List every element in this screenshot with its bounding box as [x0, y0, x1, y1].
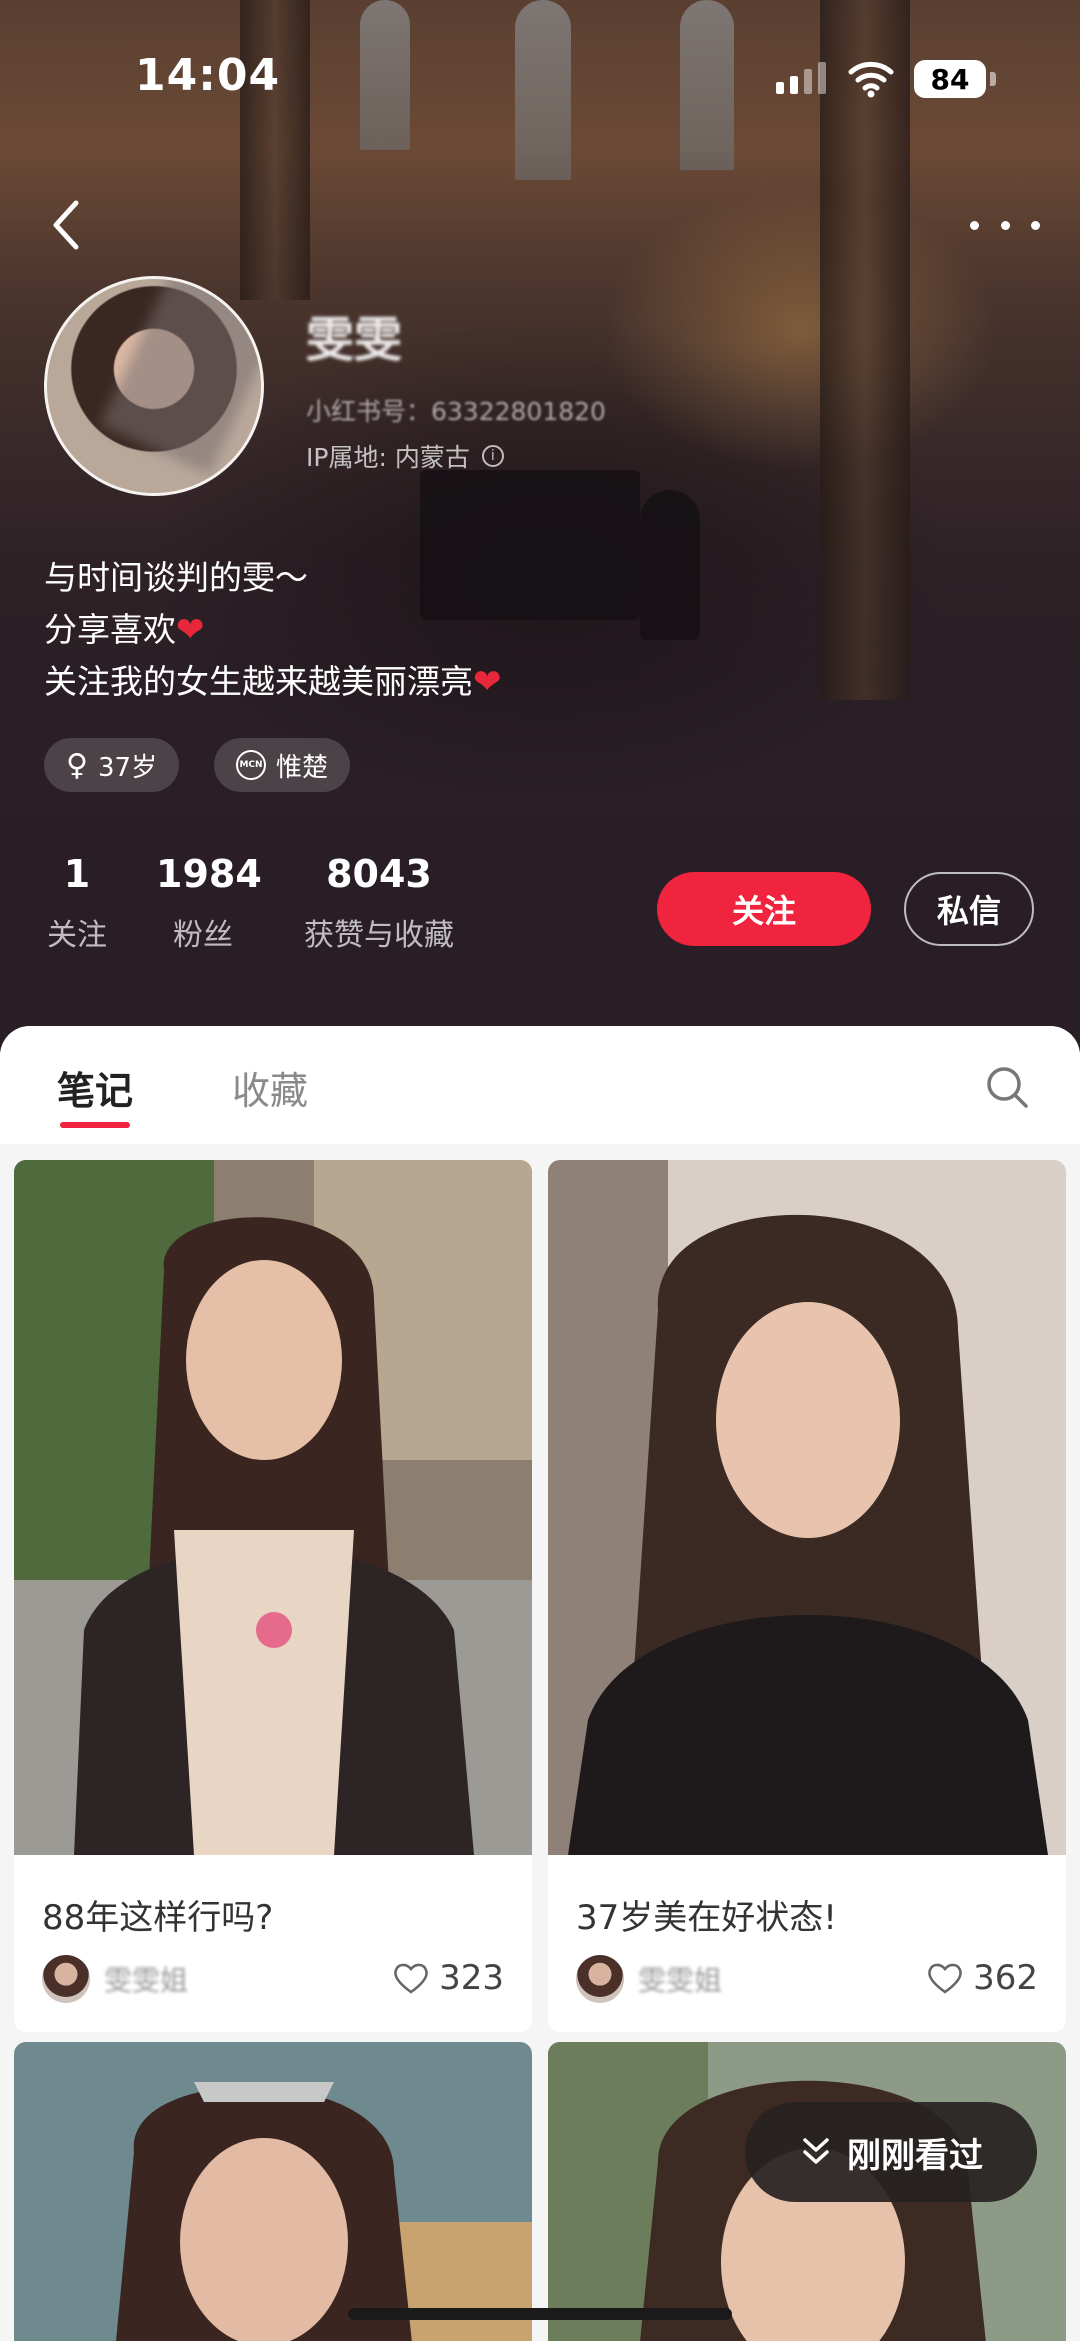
double-chevron-down-icon — [803, 2138, 829, 2164]
note-author[interactable]: 雯雯姐 — [576, 1955, 722, 2003]
bio-line: 分享喜欢❤ — [44, 610, 205, 650]
female-icon: ♀ — [66, 747, 88, 783]
back-icon[interactable] — [44, 195, 92, 255]
follow-button[interactable]: 关注 — [657, 872, 871, 946]
author-name: 雯雯姐 — [638, 1964, 723, 1997]
stat-followers[interactable]: 1984 粉丝 — [156, 850, 262, 954]
note-author[interactable]: 雯雯姐 — [42, 1955, 188, 2003]
tab-collections[interactable]: 收藏 — [232, 1060, 308, 1115]
cellular-signal-icon — [776, 62, 826, 94]
wifi-icon — [848, 61, 894, 98]
battery-indicator: 84 — [914, 60, 986, 98]
mcn-icon: MCN — [236, 750, 266, 780]
background-window — [360, 0, 410, 150]
bio-line: 关注我的女生越来越美丽漂亮❤ — [44, 662, 502, 702]
note-cover-image — [548, 1160, 1066, 1855]
heart-outline-icon — [394, 1963, 428, 1994]
background-pillar — [820, 0, 910, 700]
note-card[interactable] — [14, 2042, 532, 2341]
message-button[interactable]: 私信 — [904, 872, 1034, 946]
age-tag-label: 37岁 — [97, 752, 158, 783]
profile-nickname: 雯雯 — [306, 312, 403, 368]
avatar[interactable] — [44, 276, 264, 496]
status-time: 14:04 — [135, 50, 281, 101]
background-window — [680, 0, 734, 170]
note-title: 88年这样行吗? — [42, 1898, 274, 1938]
stat-following[interactable]: 1 关注 — [44, 850, 110, 954]
like-count[interactable]: 362 — [927, 1958, 1038, 1998]
recently-viewed-label: 刚刚看过 — [847, 2135, 983, 2176]
age-tag: ♀ 37岁 — [44, 738, 180, 792]
background-window — [515, 0, 571, 180]
author-avatar — [576, 1955, 624, 2003]
note-card[interactable]: 37岁美在好状态! 雯雯姐 362 — [548, 1160, 1066, 2032]
tab-bar: 笔记 收藏 — [0, 1026, 1080, 1144]
recently-viewed-button[interactable]: 刚刚看过 — [745, 2102, 1037, 2202]
note-title: 37岁美在好状态! — [576, 1898, 837, 1938]
like-count[interactable]: 323 — [393, 1958, 504, 1998]
ip-location: IP属地: 内蒙古 i — [306, 438, 504, 474]
heart-icon: ❤ — [473, 662, 502, 702]
mcn-tag[interactable]: MCN 惟楚 — [214, 738, 351, 792]
profile-bio: 与时间谈判的雯～ 分享喜欢❤ 关注我的女生越来越美丽漂亮❤ — [44, 552, 502, 708]
profile-header: 14:04 84 雯雯 小红书号：63322801820 IP属地: 内蒙古 i… — [0, 0, 1080, 1060]
note-cover-image — [14, 1160, 532, 1855]
heart-outline-icon — [928, 1963, 962, 1994]
background-pillar — [240, 0, 310, 300]
note-card[interactable]: 88年这样行吗? 雯雯姐 323 — [14, 1160, 532, 2032]
mcn-tag-label: 惟楚 — [276, 752, 329, 783]
bio-line: 与时间谈判的雯～ — [44, 558, 308, 597]
active-tab-indicator — [60, 1122, 130, 1128]
red-id[interactable]: 小红书号：63322801820 — [306, 392, 606, 428]
background-figure — [640, 490, 700, 640]
home-indicator[interactable] — [348, 2308, 732, 2320]
author-avatar — [42, 1955, 90, 2003]
search-icon[interactable] — [984, 1064, 1030, 1110]
battery-nub — [990, 72, 996, 86]
info-icon[interactable]: i — [481, 445, 504, 467]
note-cover-image — [14, 2042, 532, 2341]
stat-likes-collects[interactable]: 8043 获赞与收藏 — [296, 850, 462, 954]
tab-notes[interactable]: 笔记 — [57, 1060, 133, 1115]
author-name: 雯雯姐 — [104, 1964, 189, 1997]
heart-icon: ❤ — [176, 610, 205, 650]
more-options-icon[interactable] — [970, 200, 1040, 250]
ip-location-text: IP属地: 内蒙古 — [306, 443, 470, 472]
